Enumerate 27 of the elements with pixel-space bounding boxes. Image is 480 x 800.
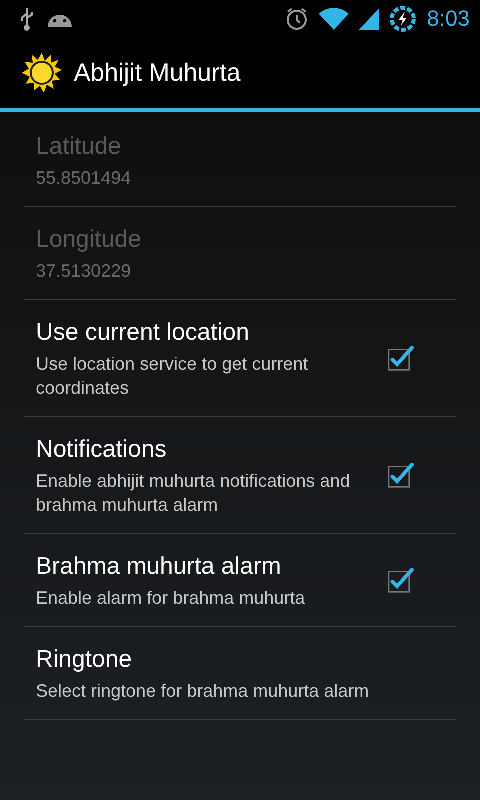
checkbox[interactable] xyxy=(388,463,414,489)
preference-summary: Use location service to get current coordinates xyxy=(36,353,310,400)
clock-time: 8:03 xyxy=(427,6,470,32)
checkbox[interactable] xyxy=(388,346,414,372)
preference-summary: Enable alarm for brahma muhurta xyxy=(36,587,306,610)
usb-icon xyxy=(18,6,36,32)
preference-title: Notifications xyxy=(36,435,168,465)
signal-icon xyxy=(359,7,380,31)
preference-title: Use current location xyxy=(36,318,250,348)
sun-icon[interactable] xyxy=(22,53,62,93)
preference-row[interactable]: Ringtone Select ringtone for brahma muhurta alarm xyxy=(24,627,456,720)
preference-title: Ringtone xyxy=(36,645,134,675)
preference-title: Brahma muhurta alarm xyxy=(36,552,282,582)
checkbox[interactable] xyxy=(388,568,414,594)
preference-summary: Enable abhijit muhurta notifications and brahma muhurta alarm xyxy=(36,470,352,517)
preference-row[interactable]: Brahma muhurta alarm Enable alarm for brahma muhurta xyxy=(24,534,456,627)
preference-title: Latitude xyxy=(36,132,122,162)
preference-title: Longitude xyxy=(36,225,142,255)
preference-summary: Select ringtone for brahma muhurta alarm xyxy=(36,680,370,703)
preference-row[interactable]: Notifications Enable abhijit muhurta notifications and brahma muhurta alarm xyxy=(24,417,456,534)
preference-summary: 37.5130229 xyxy=(36,260,132,283)
preference-row[interactable]: Use current location Use location service to get current coordinates xyxy=(24,300,456,417)
app-title: Abhijit Muhurta xyxy=(74,58,241,88)
battery-charging-icon xyxy=(389,5,418,33)
wifi-icon xyxy=(319,7,350,31)
preference-summary: 55.8501494 xyxy=(36,167,132,190)
alarm-clock-icon xyxy=(285,7,310,31)
